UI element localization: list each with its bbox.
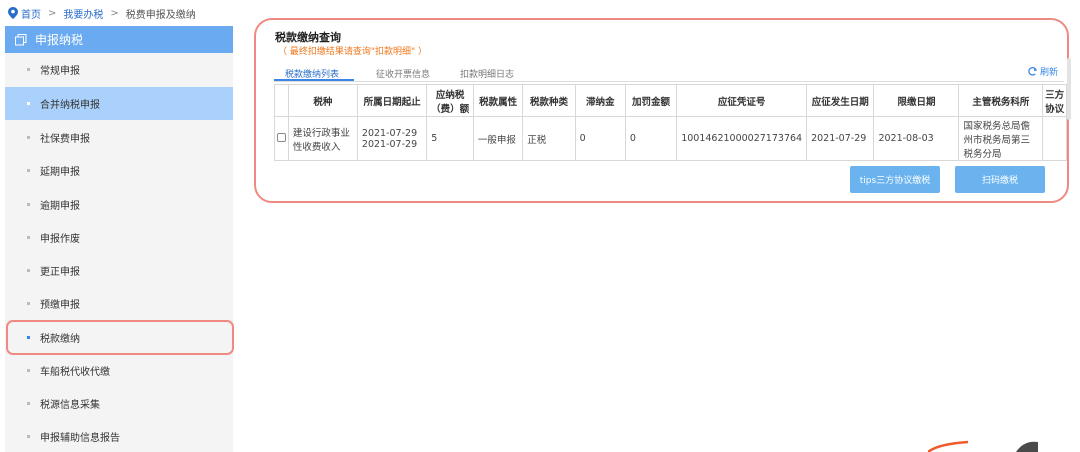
column-header: 税款种类	[522, 84, 576, 117]
column-header: 滞纳金	[574, 84, 626, 117]
breadcrumb-home-link[interactable]: 首页	[21, 6, 41, 21]
category-cell: 正税	[522, 116, 576, 161]
bullet-icon	[27, 435, 30, 438]
deadline-cell: 2021-08-03	[873, 116, 960, 161]
sidebar-item-vehicle-tax[interactable]: 车船税代收代缴	[5, 354, 233, 387]
sidebar-item-label: 延期申报	[40, 167, 80, 178]
agreement-cell	[1042, 116, 1067, 161]
bullet-icon	[27, 68, 30, 71]
sidebar-item-deferred-declaration[interactable]: 延期申报	[5, 154, 233, 187]
breadcrumb-tax-link[interactable]: 我要办税	[63, 6, 103, 21]
late-fee-cell: 0	[574, 116, 626, 161]
table-row: 建设行政事业性收费收入 2021-07-29 2021-07-29 5 一般申报…	[274, 116, 1067, 161]
column-header: 所属日期起止	[356, 84, 428, 117]
bullet-icon	[27, 236, 30, 239]
amount-cell: 5	[426, 116, 474, 161]
breadcrumb-separator: >	[48, 7, 57, 19]
sidebar-item-prepaid-declaration[interactable]: 预缴申报	[5, 287, 233, 320]
refresh-label: 刷新	[1039, 68, 1058, 78]
sidebar-item-regular-declaration[interactable]: 常规申报	[5, 53, 233, 86]
refresh-button[interactable]: 刷新	[1027, 65, 1058, 78]
sidebar-highlight-annotation	[6, 320, 234, 355]
table-header-row: 税种 所属日期起止 应纳税（费）额 税款属性 税款种类 滞纳金 加罚金额 应征凭…	[274, 84, 1067, 117]
breadcrumb-current: 税费申报及缴纳	[125, 9, 196, 21]
date-end: 2021-07-29	[361, 138, 418, 150]
tab-bar: 税款缴纳列表 征收开票信息 扣款明细日志 刷新	[274, 64, 1064, 82]
sidebar-item-overdue-declaration[interactable]: 逾期申报	[5, 188, 233, 221]
sidebar-item-label: 预缴申报	[40, 300, 80, 311]
tips-agreement-pay-button[interactable]: tips三方协议缴税	[850, 166, 940, 193]
tab-invoice-info[interactable]: 征收开票信息	[376, 67, 430, 80]
tax-type-cell: 建设行政事业性收费收入	[287, 116, 358, 161]
bullet-icon	[27, 269, 30, 272]
sidebar-item-auxiliary-report[interactable]: 申报辅助信息报告	[5, 420, 233, 452]
breadcrumb-separator: >	[110, 7, 119, 19]
breadcrumb: 首页 > 我要办税 > 税费申报及缴纳	[8, 5, 196, 21]
sidebar-item-consolidated-declaration[interactable]: 合并纳税申报	[5, 87, 233, 120]
sidebar-item-label: 逾期申报	[40, 201, 80, 212]
column-header: 三方协议	[1042, 84, 1067, 117]
sidebar-item-label: 申报作废	[40, 234, 80, 245]
tab-underline	[274, 79, 354, 81]
row-select-cell	[274, 116, 289, 161]
tax-payment-panel: 税款缴纳查询 （ 最终扣缴结果请查询"扣款明细" ） 税款缴纳列表 征收开票信息…	[254, 18, 1069, 203]
sidebar-item-void-declaration[interactable]: 申报作废	[5, 221, 233, 254]
bullet-icon	[27, 369, 30, 372]
bullet-icon	[27, 203, 30, 206]
column-header: 应征发生日期	[806, 84, 875, 117]
bullet-icon	[27, 302, 30, 305]
column-header: 限缴日期	[873, 84, 960, 117]
sidebar-item-correct-declaration[interactable]: 更正申报	[5, 254, 233, 287]
penalty-cell: 0	[624, 116, 678, 161]
sidebar-item-label: 更正申报	[40, 267, 80, 278]
column-header: 税款属性	[472, 84, 524, 117]
sidebar-item-label: 申报辅助信息报告	[40, 433, 120, 444]
column-header: 主管税务科所	[958, 84, 1044, 117]
column-header: 加罚金额	[624, 84, 678, 117]
sidebar-header-label: 申报纳税	[35, 33, 84, 47]
sidebar-header[interactable]: 申报纳税	[5, 26, 233, 53]
date-range-cell: 2021-07-29 2021-07-29	[356, 116, 428, 161]
sidebar-item-label: 合并纳税申报	[40, 100, 100, 111]
refresh-icon	[1028, 67, 1038, 76]
bullet-icon	[27, 136, 30, 139]
sidebar-item-label: 税源信息采集	[40, 400, 100, 411]
sidebar-item-label: 车船税代收代缴	[40, 367, 110, 378]
sidebar-item-social-insurance[interactable]: 社保费申报	[5, 121, 233, 154]
bullet-icon	[27, 169, 30, 172]
bullet-icon	[27, 402, 30, 405]
voucher-cell: 10014621000027173764	[676, 116, 808, 161]
arrow-annotation-icon	[928, 440, 1038, 452]
occur-date-cell: 2021-07-29	[806, 116, 875, 161]
select-column-header	[274, 84, 289, 117]
column-header: 应纳税（费）额	[426, 84, 474, 117]
tab-deduction-log[interactable]: 扣款明细日志	[460, 67, 514, 80]
sidebar-item-tax-source[interactable]: 税源信息采集	[5, 387, 233, 420]
bullet-icon	[27, 102, 30, 105]
row-checkbox[interactable]	[276, 132, 286, 142]
location-pin-icon	[8, 7, 18, 19]
notice-text: （ 最终扣缴结果请查询"扣款明细" ）	[278, 47, 428, 57]
scrollbar[interactable]	[1067, 58, 1071, 120]
sidebar-item-label: 社保费申报	[40, 134, 90, 145]
office-cell: 国家税务总局儋州市税务局第三税务分局	[958, 116, 1044, 161]
page-title: 税款缴纳查询	[275, 31, 341, 44]
sidebar-item-label: 常规申报	[40, 66, 80, 77]
tax-payment-table: 税种 所属日期起止 应纳税（费）额 税款属性 税款种类 滞纳金 加罚金额 应征凭…	[274, 84, 1067, 161]
scan-pay-button[interactable]: 扫码缴税	[955, 166, 1045, 193]
sidebar: 申报纳税 常规申报 合并纳税申报 社保费申报 延期申报 逾期申报 申报作废 更正…	[5, 26, 233, 452]
copy-icon	[15, 33, 27, 45]
column-header: 税种	[287, 84, 358, 117]
date-start: 2021-07-29	[361, 127, 418, 139]
attribute-cell: 一般申报	[472, 116, 524, 161]
column-header: 应征凭证号	[676, 84, 808, 117]
